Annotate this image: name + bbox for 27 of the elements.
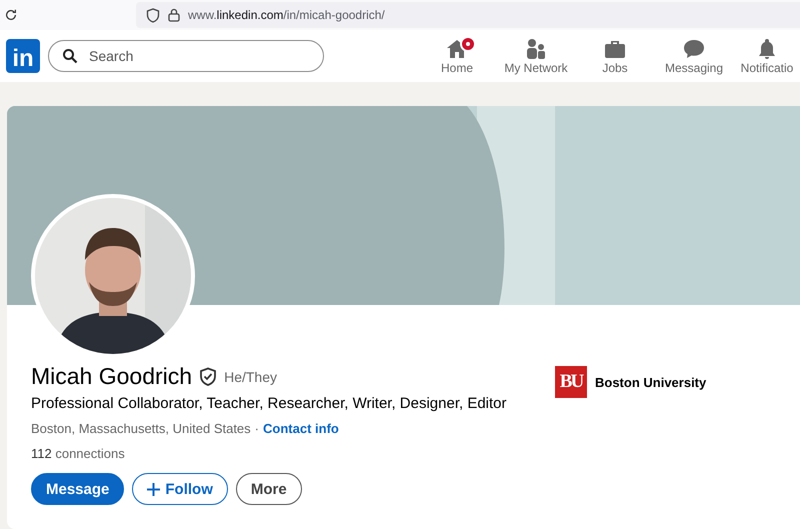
message-button[interactable]: Message [31,473,124,505]
chat-icon [682,37,706,61]
nav-item[interactable]: Messaging [654,30,734,82]
people-icon [524,37,548,61]
more-button[interactable]: More [236,473,302,505]
logo[interactable]: in [6,39,40,73]
profile-name: Micah Goodrich [31,363,192,390]
contact-info-link[interactable]: Contact info [263,421,339,436]
shield-icon[interactable] [146,8,160,22]
url-text: www.linkedin.com/in/micah-goodrich/ [188,8,385,22]
lock-icon[interactable] [168,8,180,22]
connections-count: 112 connections [31,446,126,461]
nav-item[interactable]: Notificatio [734,30,800,82]
university-logo[interactable]: BU [555,366,587,398]
search-icon [62,48,78,64]
search-field[interactable]: Search [48,40,324,72]
nav-item[interactable]: My Network [496,30,576,82]
nav-item[interactable]: Jobs [576,30,654,82]
headline: Professional Collaborator, Teacher, Researcher, Writer, Designer, Editor [31,395,508,412]
nav-item[interactable]: Home [418,30,496,82]
follow-button[interactable]: Follow [132,473,228,505]
separator-dot: · [254,421,260,436]
address-bar[interactable]: www.linkedin.com/in/micah-goodrich/ [136,2,800,28]
location: Boston, Massachusetts, United States [31,421,251,436]
reload-icon[interactable] [4,8,18,22]
pronouns: He/They [224,368,277,384]
university-name[interactable]: Boston University [595,374,706,390]
